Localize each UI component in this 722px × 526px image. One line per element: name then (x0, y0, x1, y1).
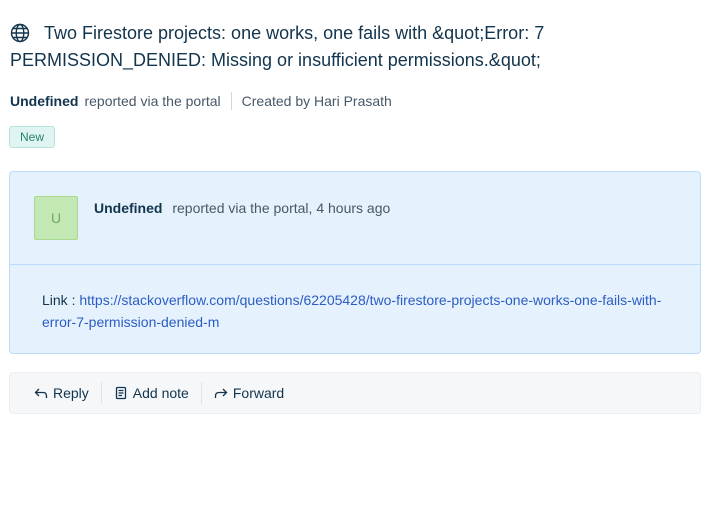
requester-name[interactable]: Undefined (10, 93, 78, 109)
add-note-label: Add note (132, 385, 189, 401)
ticket-title: Two Firestore projects: one works, one f… (10, 23, 545, 70)
action-divider (100, 382, 102, 404)
note-icon (115, 386, 126, 400)
conversation-card: U Undefined reported via the portal, 4 h… (9, 171, 701, 354)
conversation-meta: reported via the portal, 4 hours ago (172, 200, 391, 216)
avatar: U (34, 196, 78, 240)
globe-icon (10, 23, 30, 43)
link-label: Link : (42, 292, 76, 308)
action-divider (200, 382, 202, 404)
add-note-button[interactable]: Add note (106, 385, 197, 401)
reply-label: Reply (53, 385, 89, 401)
forward-label: Forward (232, 385, 285, 401)
meta-divider (230, 92, 232, 110)
action-bar: Reply Add note Forward (9, 372, 701, 414)
status-badge: New (9, 126, 56, 148)
reply-arrow-icon (34, 388, 48, 398)
conversation-header: Undefined reported via the portal, 4 hou… (94, 200, 390, 216)
stackoverflow-link[interactable]: https://stackoverflow.com/questions/6220… (42, 292, 661, 330)
conversation-divider (10, 264, 700, 265)
ticket-header: Two Firestore projects: one works, one f… (10, 20, 700, 74)
conversation-author[interactable]: Undefined (94, 200, 162, 216)
conversation-body: Link : https://stackoverflow.com/questio… (42, 289, 662, 333)
ticket-source: reported via the portal (84, 93, 221, 109)
created-by: Created by Hari Prasath (241, 93, 392, 109)
ticket-meta: Undefined reported via the portal Create… (10, 92, 392, 110)
reply-button[interactable]: Reply (26, 385, 97, 401)
forward-button[interactable]: Forward (206, 385, 292, 401)
forward-arrow-icon (214, 388, 228, 398)
ticket-title-line: Two Firestore projects: one works, one f… (10, 20, 700, 74)
